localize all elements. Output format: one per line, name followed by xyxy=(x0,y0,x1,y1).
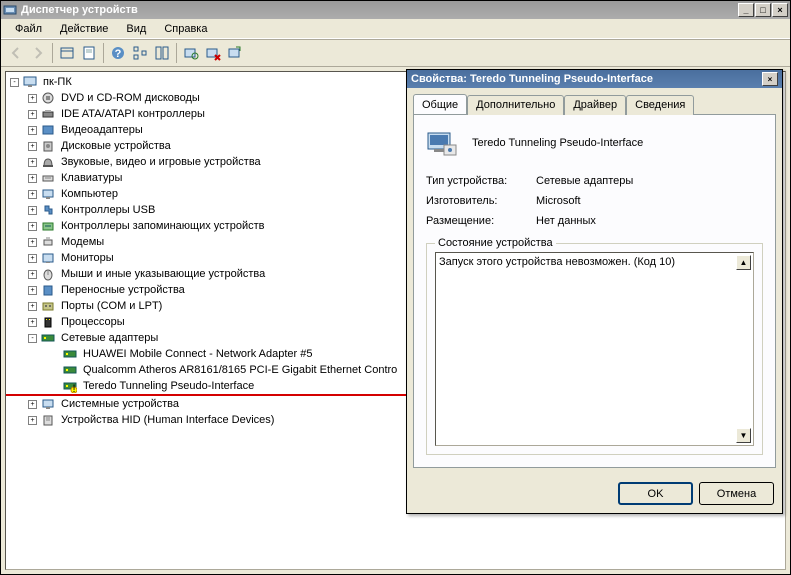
scan-button[interactable] xyxy=(180,42,202,64)
device-large-icon xyxy=(426,127,458,159)
category-icon xyxy=(40,155,56,169)
device-manager-window: Диспетчер устройств _ □ × Файл Действие … xyxy=(0,0,791,575)
network-adapter-icon xyxy=(40,331,56,345)
expand-icon[interactable]: + xyxy=(28,318,37,327)
show-hidden-button[interactable] xyxy=(56,42,78,64)
category-icon xyxy=(40,267,56,281)
menu-action[interactable]: Действие xyxy=(52,21,116,36)
back-button[interactable] xyxy=(5,42,27,64)
category-icon xyxy=(40,107,56,121)
minimize-button[interactable]: _ xyxy=(738,3,754,17)
expand-icon[interactable]: + xyxy=(28,94,37,103)
mfr-label: Изготовитель: xyxy=(426,195,536,207)
tabstrip: Общие Дополнительно Драйвер Сведения xyxy=(407,88,782,114)
tab-driver[interactable]: Драйвер xyxy=(564,95,626,115)
expand-icon[interactable]: + xyxy=(28,302,37,311)
status-group: Состояние устройства Запуск этого устрой… xyxy=(426,243,763,455)
expand-icon[interactable]: + xyxy=(28,206,37,215)
toolbar: ? xyxy=(1,39,790,67)
collapse-icon[interactable]: - xyxy=(10,78,19,87)
ok-button[interactable]: OK xyxy=(618,482,693,505)
help-button[interactable]: ? xyxy=(107,42,129,64)
tab-general-body: Teredo Tunneling Pseudo-Interface Тип ус… xyxy=(413,114,776,468)
expand-icon[interactable]: + xyxy=(28,110,37,119)
properties-dialog: Свойства: Teredo Tunneling Pseudo-Interf… xyxy=(406,69,783,514)
status-text: Запуск этого устройства невозможен. (Код… xyxy=(439,256,675,268)
cancel-button[interactable]: Отмена xyxy=(699,482,774,505)
titlebar[interactable]: Диспетчер устройств _ □ × xyxy=(1,1,790,19)
expand-icon[interactable]: + xyxy=(28,238,37,247)
menubar: Файл Действие Вид Справка xyxy=(1,19,790,39)
maximize-button[interactable]: □ xyxy=(755,3,771,17)
category-icon xyxy=(40,187,56,201)
list-button[interactable] xyxy=(151,42,173,64)
network-adapter-icon: ! xyxy=(62,379,78,393)
tab-details[interactable]: Сведения xyxy=(626,95,694,115)
properties-button[interactable] xyxy=(78,42,100,64)
loc-label: Размещение: xyxy=(426,215,536,227)
status-group-label: Состояние устройства xyxy=(435,237,556,249)
loc-value: Нет данных xyxy=(536,215,596,227)
content-area: - пк-ПК +DVD и CD-ROM дисководы+IDE ATA/… xyxy=(1,67,790,574)
mfr-value: Microsoft xyxy=(536,195,581,207)
tab-advanced[interactable]: Дополнительно xyxy=(467,95,564,115)
tab-general[interactable]: Общие xyxy=(413,94,467,114)
expand-icon[interactable]: + xyxy=(28,416,37,425)
category-icon xyxy=(40,139,56,153)
app-icon xyxy=(3,3,17,17)
window-title: Диспетчер устройств xyxy=(21,4,738,16)
scroll-down-button[interactable]: ▼ xyxy=(736,428,751,443)
dialog-close-button[interactable]: × xyxy=(762,72,778,86)
expand-icon[interactable]: + xyxy=(28,222,37,231)
type-label: Тип устройства: xyxy=(426,175,536,187)
category-icon xyxy=(40,413,56,427)
expand-icon[interactable]: + xyxy=(28,126,37,135)
scroll-up-button[interactable]: ▲ xyxy=(736,255,751,270)
expand-icon[interactable]: + xyxy=(28,142,37,151)
category-icon xyxy=(40,91,56,105)
status-text-area[interactable]: Запуск этого устройства невозможен. (Код… xyxy=(435,252,754,446)
menu-help[interactable]: Справка xyxy=(156,21,215,36)
computer-icon xyxy=(22,75,38,89)
type-value: Сетевые адаптеры xyxy=(536,175,633,187)
category-icon xyxy=(40,299,56,313)
uninstall-button[interactable] xyxy=(202,42,224,64)
close-button[interactable]: × xyxy=(772,3,788,17)
expand-icon[interactable]: + xyxy=(28,158,37,167)
collapse-icon[interactable]: - xyxy=(28,334,37,343)
network-adapter-icon xyxy=(62,363,78,377)
expand-icon[interactable]: + xyxy=(28,270,37,279)
category-icon xyxy=(40,251,56,265)
dialog-title: Свойства: Teredo Tunneling Pseudo-Interf… xyxy=(411,73,762,85)
menu-file[interactable]: Файл xyxy=(7,21,50,36)
category-icon xyxy=(40,123,56,137)
expand-icon[interactable]: + xyxy=(28,254,37,263)
dialog-titlebar[interactable]: Свойства: Teredo Tunneling Pseudo-Interf… xyxy=(407,70,782,88)
network-adapter-icon xyxy=(62,347,78,361)
category-icon xyxy=(40,315,56,329)
tree-button[interactable] xyxy=(129,42,151,64)
menu-view[interactable]: Вид xyxy=(118,21,154,36)
expand-icon[interactable]: + xyxy=(28,286,37,295)
category-icon xyxy=(40,171,56,185)
category-icon xyxy=(40,397,56,411)
category-icon xyxy=(40,219,56,233)
device-name: Teredo Tunneling Pseudo-Interface xyxy=(472,137,643,149)
svg-text:?: ? xyxy=(115,48,122,60)
category-icon xyxy=(40,235,56,249)
expand-icon[interactable]: + xyxy=(28,190,37,199)
category-icon xyxy=(40,203,56,217)
expand-icon[interactable]: + xyxy=(28,400,37,409)
dialog-buttons: OK Отмена xyxy=(407,474,782,513)
expand-icon[interactable]: + xyxy=(28,174,37,183)
update-driver-button[interactable] xyxy=(224,42,246,64)
forward-button[interactable] xyxy=(27,42,49,64)
svg-text:!: ! xyxy=(72,383,75,393)
category-icon xyxy=(40,283,56,297)
